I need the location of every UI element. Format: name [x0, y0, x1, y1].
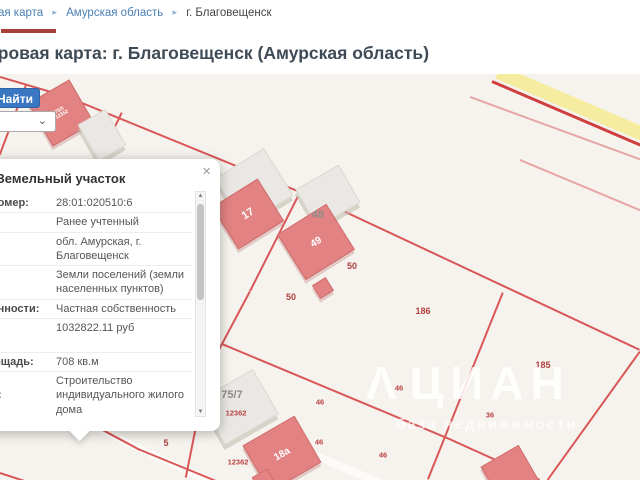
parcel-boundary-line	[319, 199, 640, 351]
parcel-boundary-line	[519, 159, 640, 212]
building[interactable]	[311, 276, 335, 300]
parcel-number-label: 46	[315, 397, 325, 407]
popup-row: Форма собственности: Частная собственност…	[0, 298, 192, 318]
close-icon[interactable]: ×	[202, 164, 211, 179]
popup-row-value: Ранее учтенный	[56, 216, 139, 229]
popup-row-value: Строительство индивидуального жилого дом…	[56, 374, 185, 416]
breadcrumb-link-cadastral-map[interactable]: Кадастровая карта	[0, 7, 43, 19]
parcel-info-popup: Земельный участок × Кадастровый номер: 28…	[0, 159, 220, 431]
scrollbar-thumb[interactable]	[197, 204, 204, 300]
header-red-bar	[1, 29, 56, 33]
scroll-up-icon[interactable]: ▲	[196, 193, 205, 199]
popup-row-value: 708 кв.м	[56, 355, 99, 368]
parcel-number-label: 5	[163, 438, 169, 448]
region-select-dropdown[interactable]: ⌄	[0, 111, 56, 132]
popup-row: Кадастровая стоимость:1032822.11 руб	[0, 318, 192, 352]
building-number-label: 49	[308, 234, 324, 250]
parcel-number-label: 186	[415, 306, 431, 316]
popup-row-value: 1032822.11 руб	[56, 322, 135, 335]
popup-title: Земельный участок	[0, 171, 126, 186]
popup-row-label: Кадастровый номер:	[0, 197, 29, 209]
parcel-boundary-line	[0, 472, 41, 480]
building[interactable]	[480, 444, 540, 480]
parcel-number-label: 48	[311, 209, 325, 221]
parcel-number-label: 185	[535, 360, 551, 370]
breadcrumb-separator-icon: ▸	[172, 7, 177, 17]
breadcrumb-current-city: г. Благовещенск	[186, 7, 272, 19]
popup-row-value: Земли поселений (земли населенных пункто…	[56, 269, 185, 296]
popup-row-label: Адрес:	[0, 235, 56, 264]
parcel-number-label: 36	[485, 410, 495, 420]
popup-row-label: Кадастровая стоимость:	[0, 321, 56, 350]
parcel-number-label: 46	[394, 383, 404, 393]
popup-scrollbar[interactable]: ▲ ▼	[195, 191, 206, 417]
parcel-number-label: 46	[378, 450, 388, 460]
popup-row-label: Уточненная площадь:	[0, 355, 34, 368]
chevron-down-icon: ⌄	[37, 115, 47, 127]
breadcrumb-link-region[interactable]: Амурская область	[66, 7, 163, 19]
page-title: Кадастровая карта: г. Благовещенск (Амур…	[0, 42, 430, 63]
popup-row-label: Разрешенное использование:	[0, 374, 56, 417]
popup-row: Адрес:обл. Амурская, г. Благовещенск	[0, 231, 192, 266]
find-button[interactable]: Найти	[0, 88, 40, 108]
popup-row: Разрешенное использование:Строительство …	[0, 370, 192, 419]
breadcrumb-separator-icon: ▸	[52, 7, 57, 17]
breadcrumb: Кадастровая карта ▸ Амурская область ▸ г…	[0, 7, 271, 19]
parcel-boundary-line	[491, 79, 640, 149]
popup-row: Статус:Ранее учтенный	[0, 212, 192, 231]
popup-row-value: 28:01:020510:6	[56, 197, 133, 209]
parcel-number-label: 50	[346, 261, 358, 271]
popup-row-value: Частная собственность	[56, 302, 177, 315]
popup-row: Категория:Земли поселений (земли населен…	[0, 265, 192, 299]
parcel-number-label: 46	[314, 437, 324, 447]
popup-row-value: обл. Амурская, г. Благовещенск	[56, 235, 142, 262]
parcel-number-label: 12362	[225, 408, 247, 418]
parcel-number-label: 12362	[227, 457, 249, 467]
parcel-boundary-line	[547, 351, 640, 480]
scroll-down-icon[interactable]: ▼	[196, 409, 205, 415]
popup-attribute-table: Кадастровый номер:28:01:020510:6Статус:Р…	[0, 194, 192, 419]
parcel-number-label: 75/7	[221, 389, 243, 401]
popup-row-label: Статус:	[0, 215, 56, 229]
page-header: Кадастровая карта ▸ Амурская область ▸ г…	[0, 0, 640, 74]
popup-row-label: Категория:	[0, 268, 56, 297]
parcel-boundary-line	[137, 448, 217, 480]
building-number-label: 17	[239, 205, 257, 223]
popup-row: Кадастровый номер: 28:01:020510:6	[0, 194, 192, 212]
popup-row-label: Форма собственности:	[0, 302, 40, 315]
parcel-boundary-line	[427, 292, 504, 480]
popup-row: Уточненная площадь: 708 кв.м	[0, 351, 192, 371]
building-number-label: 18а	[272, 445, 292, 463]
parcel-number-label: 50	[285, 292, 297, 302]
